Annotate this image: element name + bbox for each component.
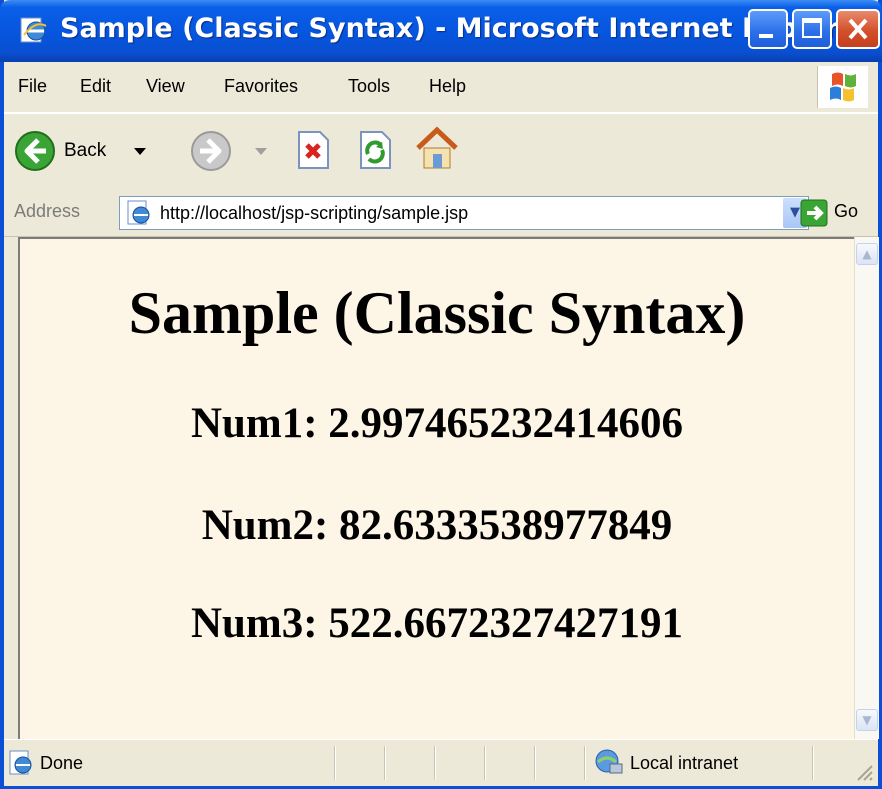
minimize-button[interactable]	[748, 9, 788, 49]
status-divider	[434, 746, 436, 780]
back-label: Back	[64, 140, 107, 161]
status-divider	[484, 746, 486, 780]
num1-line: Num1: 2.997465232414606	[190, 400, 684, 447]
maximize-button[interactable]	[792, 9, 832, 49]
stop-icon[interactable]	[296, 130, 330, 170]
scroll-up-button[interactable]: ▲	[856, 243, 878, 265]
go-icon[interactable]	[800, 199, 828, 227]
home-icon[interactable]	[414, 124, 460, 174]
address-bar: Address http://localhost/jsp-scripting/s…	[4, 189, 878, 237]
windows-flag-icon	[830, 72, 856, 102]
refresh-icon[interactable]	[358, 130, 392, 170]
ie-page-icon	[20, 17, 47, 43]
back-dropdown-icon[interactable]	[133, 147, 147, 157]
forward-icon	[191, 131, 231, 171]
address-label: Address	[14, 201, 81, 221]
page-icon	[127, 200, 150, 225]
zone-text: Local intranet	[630, 753, 739, 773]
status-page-icon	[9, 750, 32, 775]
menu-file[interactable]: File	[18, 76, 47, 97]
resize-grip-icon[interactable]	[854, 762, 874, 782]
go-button[interactable]: Go	[834, 201, 858, 222]
menu-favorites[interactable]: Favorites	[224, 76, 298, 97]
address-url: http://localhost/jsp-scripting/sample.js…	[160, 203, 469, 223]
num2-line: Num2: 82.6333538977849	[201, 502, 673, 549]
scroll-down-button[interactable]: ▼	[856, 709, 878, 731]
status-divider	[812, 746, 814, 780]
num3-line: Num3: 522.6672327427191	[190, 600, 684, 647]
back-icon	[15, 131, 55, 171]
page-title: Sample (Classic Syntax)	[128, 280, 746, 346]
windows-logo	[817, 66, 868, 108]
menu-tools[interactable]: Tools	[348, 76, 390, 97]
forward-button[interactable]	[190, 130, 270, 172]
back-button[interactable]: Back	[12, 130, 162, 172]
status-divider	[334, 746, 336, 780]
forward-dropdown-icon	[255, 148, 267, 155]
intranet-icon	[595, 749, 623, 774]
close-icon	[848, 18, 868, 40]
browser-window: Sample (Classic Syntax) - Microsoft Inte…	[0, 0, 882, 789]
title-bar[interactable]: Sample (Classic Syntax) - Microsoft Inte…	[0, 0, 882, 62]
status-divider	[384, 746, 386, 780]
address-input[interactable]: http://localhost/jsp-scripting/sample.js…	[119, 196, 809, 230]
navigation-toolbar: Back	[4, 113, 878, 190]
menu-help[interactable]: Help	[429, 76, 466, 97]
menu-view[interactable]: View	[146, 76, 185, 97]
menu-edit[interactable]: Edit	[80, 76, 111, 97]
minimize-icon	[759, 34, 773, 38]
status-bar: Done Local intranet	[4, 739, 878, 786]
status-text: Done	[40, 753, 84, 773]
status-divider	[584, 746, 586, 780]
status-divider	[534, 746, 536, 780]
close-button[interactable]	[836, 9, 880, 49]
menu-bar: File Edit View Favorites Tools Help	[4, 62, 878, 113]
page-content: Sample (Classic Syntax) Num1: 2.99746523…	[18, 237, 854, 739]
maximize-icon	[802, 18, 822, 38]
vertical-scrollbar[interactable]: ▲ ▼	[854, 237, 879, 739]
